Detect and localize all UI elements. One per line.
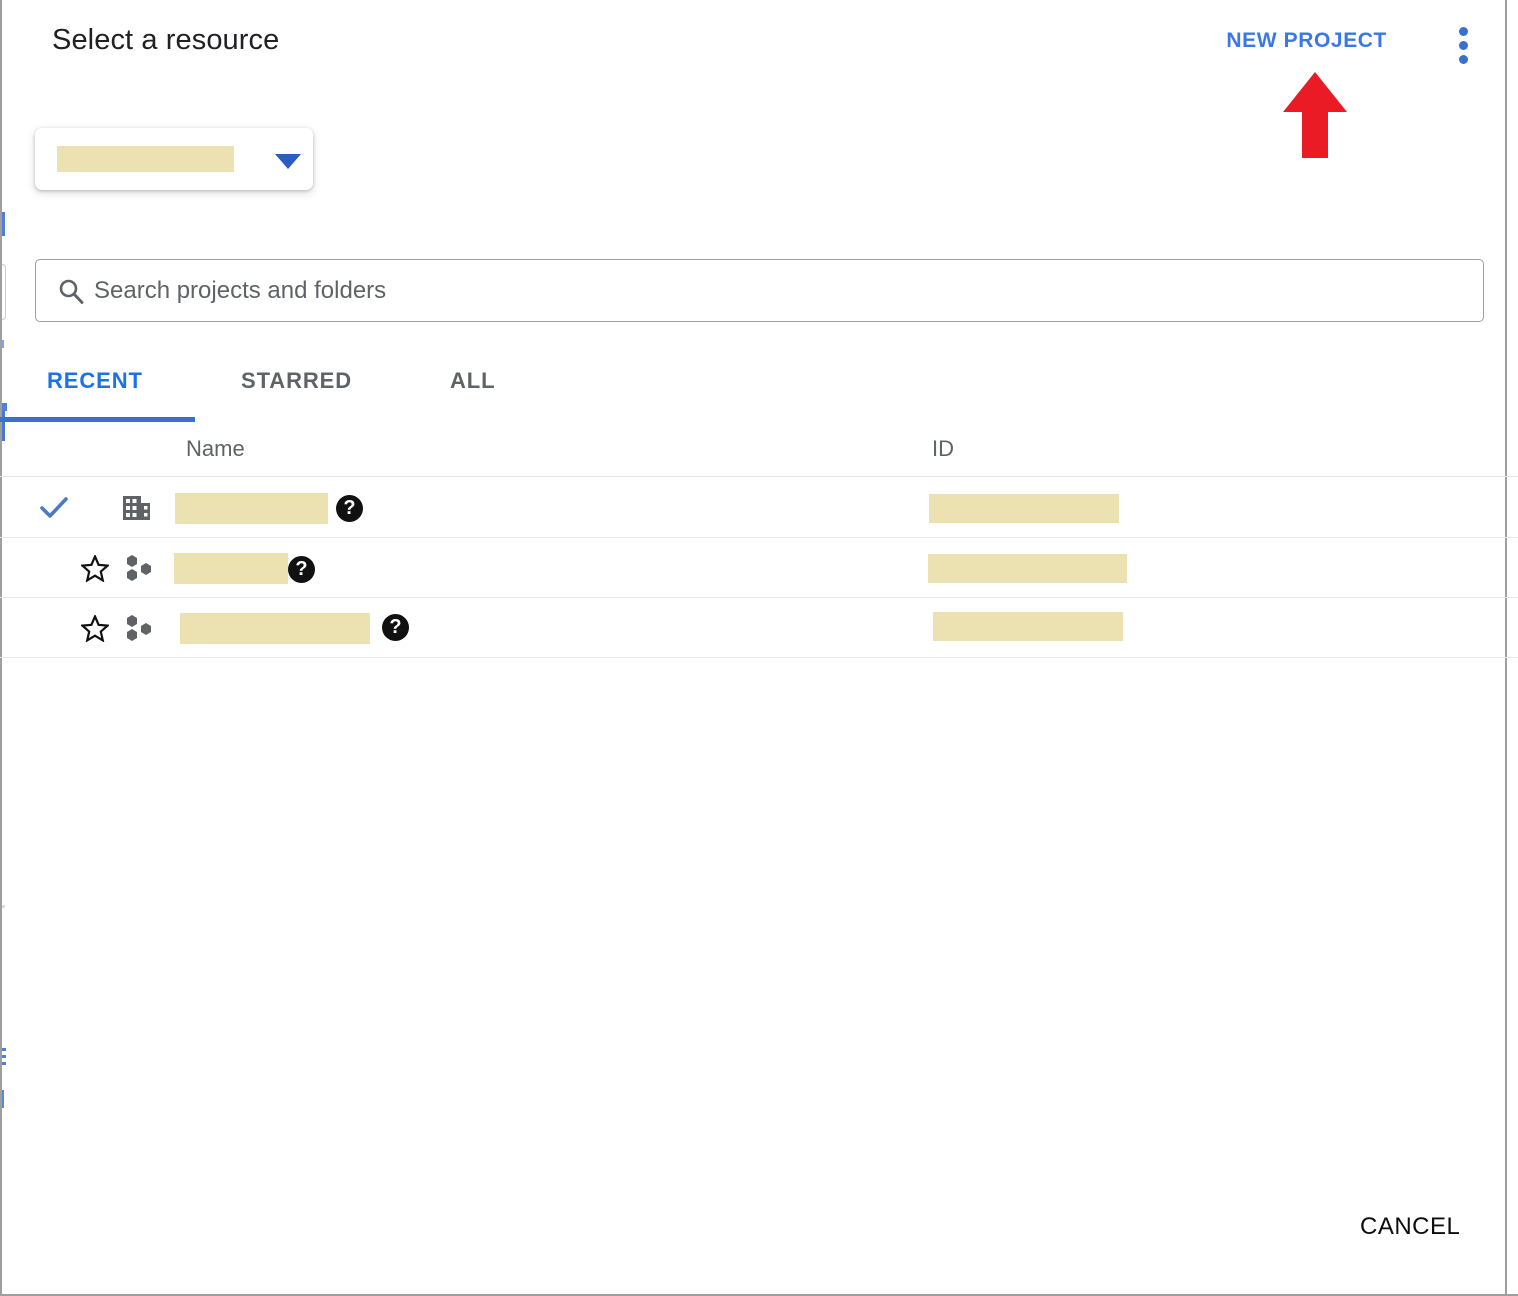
resource-id-redacted [933,612,1123,641]
star-outline-icon[interactable] [81,615,109,642]
table-row[interactable]: ? [0,598,1518,658]
table-header: Name ID [0,424,1518,477]
kebab-dot [1459,27,1468,36]
resource-list: ? ? [0,478,1518,658]
help-badge-icon[interactable]: ? [382,614,409,641]
organization-selector[interactable] [35,128,313,190]
tab-recent[interactable]: RECENT [47,368,143,394]
up-arrow-annotation-icon [1283,72,1347,158]
table-row[interactable]: ? [0,538,1518,598]
select-resource-dialog: Select a resource NEW PROJECT Search pro… [0,0,1518,1296]
column-header-name: Name [186,436,245,462]
resource-id-redacted [928,554,1127,583]
check-icon [40,496,68,520]
chevron-down-icon [275,154,301,169]
cancel-button[interactable]: CANCEL [1360,1213,1460,1241]
organization-icon [122,494,152,522]
project-icon [124,554,154,582]
search-placeholder: Search projects and folders [94,277,386,305]
resource-tabs: RECENT STARRED ALL [0,358,1518,422]
more-options-icon[interactable] [1455,27,1471,61]
star-outline-icon[interactable] [81,555,109,582]
help-badge-icon[interactable]: ? [336,495,363,522]
new-project-button[interactable]: NEW PROJECT [1226,29,1387,53]
kebab-dot [1459,41,1468,50]
resource-id-redacted [929,494,1119,523]
kebab-dot [1459,55,1468,64]
column-header-id: ID [932,436,954,462]
page-title: Select a resource [52,24,279,57]
search-input[interactable]: Search projects and folders [35,259,1484,322]
search-icon [58,278,84,304]
help-badge-icon[interactable]: ? [288,556,315,583]
resource-name-redacted [175,493,328,524]
resource-name-redacted [174,553,288,584]
active-tab-indicator [0,417,195,422]
project-icon [124,614,154,642]
table-row[interactable]: ? [0,478,1518,538]
tab-starred[interactable]: STARRED [241,368,352,394]
organization-name-redacted [57,146,234,172]
tab-all[interactable]: ALL [450,368,495,394]
resource-name-redacted [180,613,370,644]
